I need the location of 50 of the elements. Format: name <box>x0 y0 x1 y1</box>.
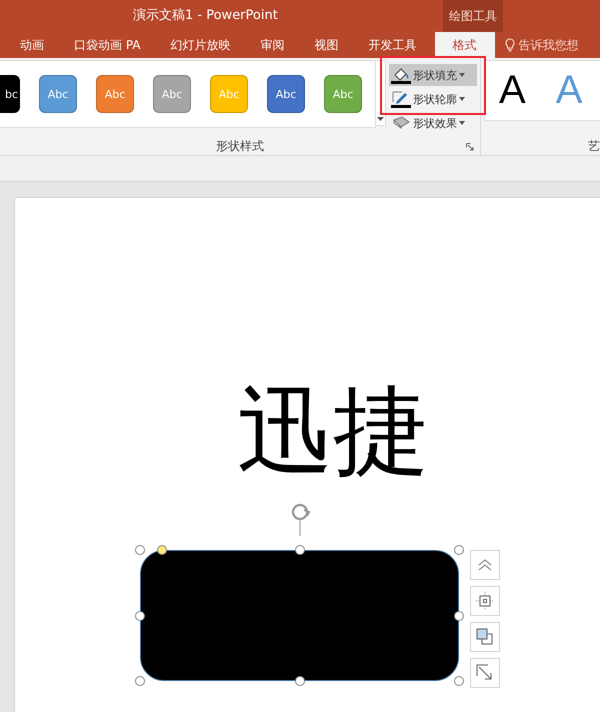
shape-style-swatch[interactable]: Abc <box>96 75 134 113</box>
ribbon-tab[interactable]: 幻灯片放映 <box>158 32 242 58</box>
slide-text: 迅捷 <box>237 374 429 489</box>
caret-icon <box>459 121 465 125</box>
chevrons-up-icon <box>478 559 492 571</box>
tell-me-search[interactable]: 告诉我您想 <box>504 32 578 58</box>
caret-icon <box>459 73 465 77</box>
shape-style-swatch[interactable]: Abc <box>267 75 305 113</box>
resize-handle[interactable] <box>135 610 145 620</box>
shape-style-swatch[interactable]: bc <box>0 75 20 113</box>
ribbon-tab[interactable]: 口袋动画 PA <box>62 32 152 58</box>
window-title: 演示文稿1 - PowerPoint <box>133 7 279 25</box>
shape-effects-icon <box>391 116 411 130</box>
rotate-handle-icon[interactable] <box>290 502 312 536</box>
arrange-button[interactable] <box>470 622 500 652</box>
align-center-icon <box>476 592 494 610</box>
ribbon-tab[interactable]: 审阅 <box>248 32 296 58</box>
ribbon-tab[interactable]: 开发工具 <box>356 32 428 58</box>
resize-button[interactable] <box>470 658 500 688</box>
wordart-style-sample[interactable]: A <box>499 68 526 113</box>
group-label: 艺 <box>588 138 600 155</box>
adjust-handle[interactable] <box>157 545 167 555</box>
overlap-squares-icon <box>476 628 494 646</box>
dialog-launcher-icon[interactable] <box>466 143 474 151</box>
align-button[interactable] <box>470 586 500 616</box>
ribbon-tab[interactable]: 动画 <box>8 32 56 58</box>
ribbon-tab[interactable]: 视图 <box>302 32 350 58</box>
shape-command-button[interactable]: 形状轮廓 <box>389 88 477 110</box>
shape-style-swatch[interactable]: Abc <box>324 75 362 113</box>
shape-style-swatch[interactable]: Abc <box>39 75 77 113</box>
wordart-style-sample[interactable]: A <box>556 68 582 113</box>
tell-me-text: 告诉我您想 <box>518 36 578 54</box>
rounded-rectangle-shape[interactable] <box>140 550 459 681</box>
diagonal-arrow-icon <box>476 664 494 682</box>
shape-command-button[interactable]: 形状填充 <box>389 64 477 86</box>
resize-handle[interactable] <box>454 545 464 555</box>
caret-icon <box>377 117 384 121</box>
resize-handle[interactable] <box>454 676 464 686</box>
resize-handle[interactable] <box>294 545 304 555</box>
resize-handle[interactable] <box>135 545 145 555</box>
lightbulb-icon <box>504 38 514 52</box>
pencil-outline-icon <box>391 90 411 108</box>
resize-handle[interactable] <box>135 676 145 686</box>
ribbon-tab[interactable]: 格式 <box>434 32 494 58</box>
context-tab-label: 绘图工具 <box>443 0 503 32</box>
paint-bucket-icon <box>391 66 411 84</box>
shape-command-button[interactable]: 形状效果 <box>389 112 477 134</box>
caret-icon <box>459 97 465 101</box>
layout-options-button[interactable] <box>470 550 500 580</box>
group-label: 形状样式 <box>216 138 264 155</box>
